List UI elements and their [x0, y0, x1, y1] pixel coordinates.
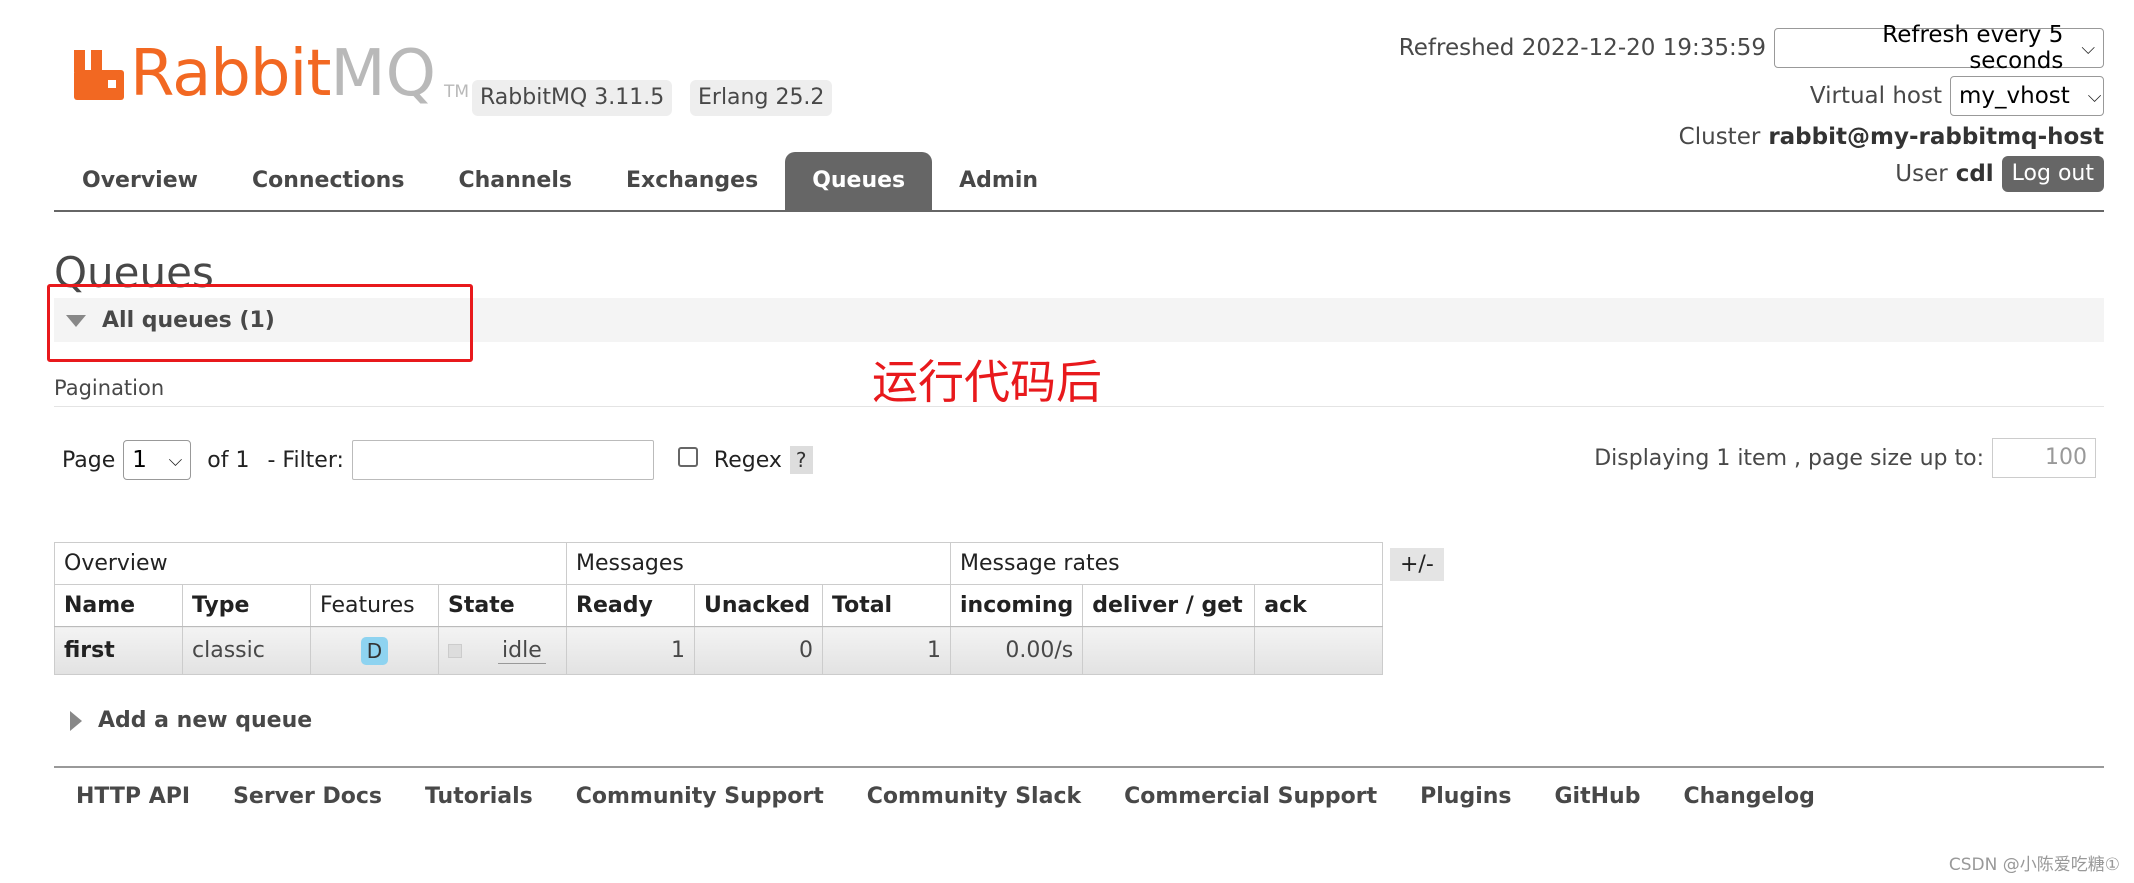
queues-table: Overview Messages Message rates Name Typ… — [54, 542, 1384, 675]
user-label: User — [1895, 161, 1948, 187]
queue-features: D — [310, 626, 439, 675]
header-status: Refreshed 2022-12-20 19:35:59 Refresh ev… — [1398, 22, 2104, 192]
col-unacked[interactable]: Unacked — [694, 584, 823, 627]
queue-total: 1 — [822, 626, 951, 675]
queue-type: classic — [182, 626, 311, 675]
tab-queues[interactable]: Queues — [785, 152, 933, 210]
chevron-down-icon: ⌵ — [2081, 37, 2095, 59]
triangle-right-icon — [70, 710, 82, 731]
footer-link-server-docs[interactable]: Server Docs — [233, 784, 382, 809]
regex-help-button[interactable]: ? — [789, 446, 813, 474]
watermark: CSDN @小陈爱吃糖① — [1948, 855, 2120, 875]
col-name[interactable]: Name — [54, 584, 183, 627]
tab-connections[interactable]: Connections — [225, 152, 431, 210]
tab-exchanges[interactable]: Exchanges — [599, 152, 785, 210]
vhost-label: Virtual host — [1809, 83, 1942, 109]
footer-link-commercial-support[interactable]: Commercial Support — [1124, 784, 1377, 809]
page-select[interactable]: 1 ⌵ — [123, 440, 192, 480]
rabbitmq-logo: Rabbit MQ TM — [74, 42, 470, 106]
refresh-interval-select[interactable]: Refresh every 5 seconds ⌵ — [1774, 22, 2104, 74]
group-message-rates: Message rates — [949, 542, 1384, 585]
col-ack[interactable]: ack — [1254, 584, 1384, 627]
durable-badge: D — [360, 636, 389, 665]
rabbitmq-version-badge: RabbitMQ 3.11.5 — [472, 80, 673, 116]
tab-overview[interactable]: Overview — [55, 152, 225, 210]
pager-controls: Page 1 ⌵ of 1 - Filter: Regex ? — [62, 440, 813, 480]
queue-incoming: 0.00/s — [949, 626, 1084, 675]
display-info-text: Displaying 1 item , page size up to: — [1594, 445, 1984, 471]
main-nav-tabs: Overview Connections Channels Exchanges … — [55, 152, 1065, 210]
col-total[interactable]: Total — [822, 584, 951, 627]
display-info: Displaying 1 item , page size up to: 100 — [1594, 438, 2096, 478]
cluster-label: Cluster — [1678, 124, 1761, 150]
queue-ready: 1 — [566, 626, 695, 675]
queue-ack — [1254, 626, 1384, 675]
cluster-value: rabbit@my-rabbitmq-host — [1768, 124, 2104, 150]
vhost-select[interactable]: my_vhost ⌵ — [1950, 76, 2104, 116]
add-queue-label: Add a new queue — [98, 708, 313, 733]
annotation-highlight-box — [47, 284, 473, 362]
state-indicator-icon — [448, 644, 462, 658]
tab-admin[interactable]: Admin — [932, 152, 1065, 210]
footer-link-tutorials[interactable]: Tutorials — [425, 784, 533, 809]
filter-input[interactable] — [351, 440, 654, 480]
page-select-value: 1 — [132, 447, 147, 473]
regex-checkbox[interactable] — [677, 447, 698, 467]
col-deliver-get[interactable]: deliver / get — [1082, 584, 1256, 627]
vhost-value: my_vhost — [1959, 83, 2070, 109]
footer-link-github[interactable]: GitHub — [1555, 784, 1641, 809]
footer-link-changelog[interactable]: Changelog — [1683, 784, 1814, 809]
group-overview: Overview — [54, 542, 567, 585]
tab-channels[interactable]: Channels — [431, 152, 599, 210]
queue-name-link[interactable]: first — [54, 626, 183, 675]
group-messages: Messages — [566, 542, 951, 585]
col-incoming[interactable]: incoming — [949, 584, 1084, 627]
col-features: Features — [310, 584, 439, 627]
refresh-interval-value: Refresh every 5 seconds — [1882, 22, 2064, 74]
pagination-heading: Pagination — [54, 376, 165, 400]
annotation-text: 运行代码后 — [872, 355, 1102, 409]
add-queue-toggle[interactable]: Add a new queue — [70, 708, 312, 733]
footer-links: HTTP API Server Docs Tutorials Community… — [76, 784, 1858, 809]
footer-link-community-slack[interactable]: Community Slack — [867, 784, 1081, 809]
queue-unacked: 0 — [694, 626, 823, 675]
footer-link-http-api[interactable]: HTTP API — [76, 784, 190, 809]
footer-divider — [54, 766, 2104, 768]
page-label: Page — [62, 447, 116, 473]
chevron-down-icon: ⌵ — [168, 449, 183, 471]
filter-label: - Filter: — [267, 447, 344, 473]
queue-state: idle — [438, 626, 567, 675]
regex-label: Regex — [713, 447, 782, 473]
footer-link-community-support[interactable]: Community Support — [576, 784, 824, 809]
nav-divider — [54, 210, 2104, 212]
rabbitmq-logo-icon — [74, 50, 124, 100]
erlang-version-badge: Erlang 25.2 — [690, 80, 833, 116]
col-state[interactable]: State — [438, 584, 567, 627]
page-count: of 1 — [207, 447, 250, 473]
brand-mq: MQ — [330, 37, 436, 111]
chevron-down-icon: ⌵ — [2087, 85, 2102, 107]
page-size-input[interactable]: 100 — [1992, 438, 2096, 478]
col-ready[interactable]: Ready — [566, 584, 695, 627]
logout-button[interactable]: Log out — [2001, 156, 2104, 192]
refreshed-timestamp: Refreshed 2022-12-20 19:35:59 — [1398, 35, 1766, 61]
column-toggle-button[interactable]: +/- — [1390, 548, 1444, 581]
brand-rabbit: Rabbit — [130, 37, 331, 111]
queue-state-label: idle — [498, 638, 546, 664]
table-group-header-row: Overview Messages Message rates — [54, 542, 1384, 585]
table-column-header-row: Name Type Features State Ready Unacked T… — [54, 584, 1384, 627]
table-row: first classic D idle 1 0 1 0.00/s — [54, 626, 1384, 675]
footer-link-plugins[interactable]: Plugins — [1420, 784, 1511, 809]
queue-deliver-get — [1082, 626, 1256, 675]
brand-trademark: TM — [444, 82, 470, 102]
user-value: cdl — [1955, 161, 1994, 187]
col-type[interactable]: Type — [182, 584, 311, 627]
pagination-divider — [54, 406, 2104, 407]
